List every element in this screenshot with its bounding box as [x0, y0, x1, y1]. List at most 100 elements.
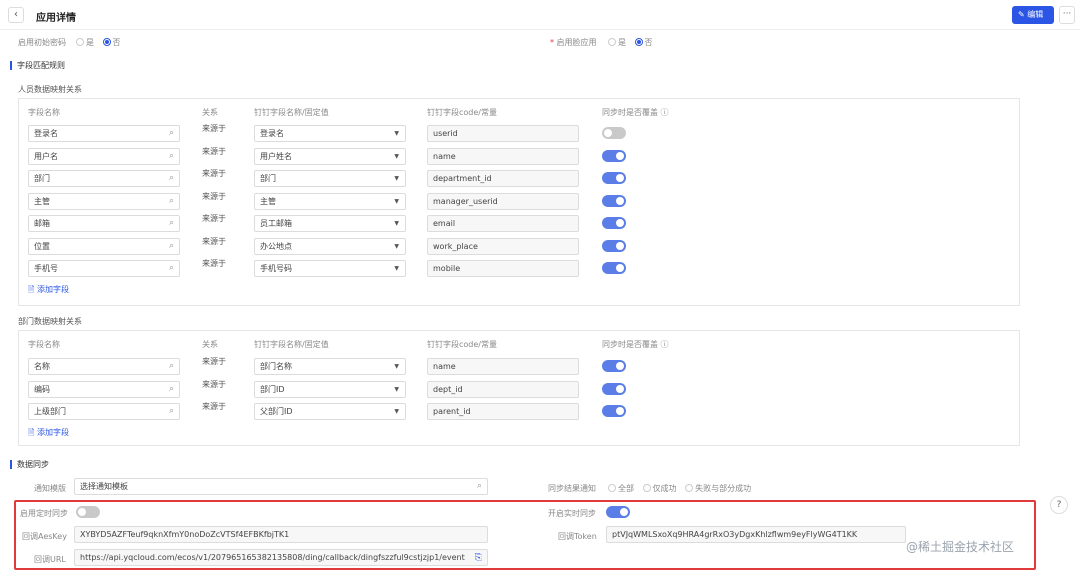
- caret-down-icon: ▼: [394, 265, 399, 272]
- dept-col-dd-field: 钉钉字段名称/固定值: [254, 340, 329, 349]
- field-rules-section-title: 字段匹配规则: [10, 61, 65, 70]
- field-name-input[interactable]: 用户名 ⌕: [28, 148, 180, 165]
- realtime-sync-toggle[interactable]: [606, 506, 630, 518]
- dd-field-select[interactable]: 登录名 ▼: [254, 125, 406, 142]
- relation-label: 来源于: [202, 147, 226, 156]
- person-add-field-link[interactable]: 🗎 添加字段: [28, 284, 69, 298]
- sync-result-all[interactable]: 全部: [608, 483, 634, 493]
- face-app-yes[interactable]: 是: [608, 37, 626, 47]
- search-icon: ⌕: [168, 151, 174, 161]
- copy-icon[interactable]: ⎘: [475, 551, 482, 565]
- search-icon: ⌕: [168, 241, 174, 251]
- sync-result-label: 同步结果通知: [548, 484, 596, 493]
- dd-code-input[interactable]: dept_id: [427, 381, 579, 398]
- dd-code-input[interactable]: email: [427, 215, 579, 232]
- field-name-input[interactable]: 编码 ⌕: [28, 381, 180, 398]
- more-button[interactable]: ···: [1059, 6, 1075, 24]
- notify-template-select[interactable]: 选择通知模板 ⌕: [74, 478, 488, 495]
- dd-field-select[interactable]: 部门ID ▼: [254, 381, 406, 398]
- col-override: 同步时是否覆盖 ⓘ: [602, 108, 669, 117]
- relation-label: 来源于: [202, 192, 226, 201]
- relation-label: 来源于: [202, 402, 226, 411]
- dd-field-select[interactable]: 用户姓名 ▼: [254, 148, 406, 165]
- override-toggle[interactable]: [602, 172, 626, 184]
- init-password-yes[interactable]: 是: [76, 37, 94, 47]
- search-icon: ⌕: [168, 406, 174, 416]
- dd-field-select[interactable]: 部门 ▼: [254, 170, 406, 187]
- field-name-input[interactable]: 名称 ⌕: [28, 358, 180, 375]
- dd-field-select[interactable]: 手机号码 ▼: [254, 260, 406, 277]
- dd-code-input[interactable]: userid: [427, 125, 579, 142]
- dept-col-relation: 关系: [202, 340, 218, 349]
- search-icon: ⌕: [168, 196, 174, 206]
- dd-code-input[interactable]: mobile: [427, 260, 579, 277]
- sync-result-success[interactable]: 仅成功: [642, 483, 677, 493]
- dept-mapping-title: 部门数据映射关系: [18, 317, 82, 326]
- caret-down-icon: ▼: [394, 220, 399, 227]
- sync-result-fail[interactable]: 失败与部分成功: [685, 483, 751, 493]
- dd-field-select[interactable]: 办公地点 ▼: [254, 238, 406, 255]
- caret-down-icon: ▼: [394, 408, 399, 415]
- relation-label: 来源于: [202, 380, 226, 389]
- dd-field-select[interactable]: 父部门ID ▼: [254, 403, 406, 420]
- override-toggle[interactable]: [602, 127, 626, 139]
- token-label: 回调Token: [558, 532, 597, 541]
- dd-code-input[interactable]: work_place: [427, 238, 579, 255]
- footer-watermark: @稀土掘金技术社区: [906, 540, 1015, 554]
- field-name-input[interactable]: 登录名 ⌕: [28, 125, 180, 142]
- caret-down-icon: ▼: [394, 175, 399, 182]
- override-toggle[interactable]: [602, 217, 626, 229]
- field-name-input[interactable]: 位置 ⌕: [28, 238, 180, 255]
- dept-add-field-link[interactable]: 🗎 添加字段: [28, 427, 69, 441]
- help-icon[interactable]: ?: [1050, 496, 1068, 514]
- callback-url-label: 回调URL: [34, 555, 66, 564]
- chevron-left-icon: ‹: [14, 9, 18, 20]
- dd-field-select[interactable]: 主管 ▼: [254, 193, 406, 210]
- col-relation: 关系: [202, 108, 218, 117]
- aes-key-input[interactable]: XYBYD5AZFTeuf9qknXfmY0noDoZcVTSf4EFBKfbj…: [74, 526, 488, 543]
- caret-down-icon: ▼: [394, 130, 399, 137]
- field-name-input[interactable]: 主管 ⌕: [28, 193, 180, 210]
- override-toggle[interactable]: [602, 383, 626, 395]
- back-button[interactable]: ‹: [8, 7, 24, 23]
- override-toggle[interactable]: [602, 262, 626, 274]
- col-dd-field: 钉钉字段名称/固定值: [254, 108, 329, 117]
- field-name-input[interactable]: 部门 ⌕: [28, 170, 180, 187]
- search-icon: ⌕: [168, 263, 174, 273]
- search-icon: ⌕: [168, 128, 174, 138]
- field-name-input[interactable]: 上级部门 ⌕: [28, 403, 180, 420]
- override-toggle[interactable]: [602, 360, 626, 372]
- init-password-no[interactable]: 否: [102, 37, 121, 47]
- dept-col-override: 同步时是否覆盖 ⓘ: [602, 340, 669, 349]
- override-toggle[interactable]: [602, 405, 626, 417]
- page-header: ‹ 应用详情 ✎ 编辑 ···: [0, 0, 1080, 30]
- dd-code-input[interactable]: name: [427, 148, 579, 165]
- scheduled-sync-toggle[interactable]: [76, 506, 100, 518]
- caret-down-icon: ▼: [394, 243, 399, 250]
- edit-button[interactable]: ✎ 编辑: [1012, 6, 1054, 24]
- dd-code-input[interactable]: manager_userid: [427, 193, 579, 210]
- callback-url-input[interactable]: https://api.yqcloud.com/ecos/v1/20796516…: [74, 549, 488, 566]
- face-app-no[interactable]: 否: [634, 37, 653, 47]
- search-icon: ⌕: [168, 361, 174, 371]
- init-password-label: 启用初始密码: [18, 38, 66, 47]
- override-toggle[interactable]: [602, 195, 626, 207]
- realtime-sync-label: 开启实时同步: [548, 509, 596, 518]
- caret-down-icon: ▼: [394, 386, 399, 393]
- override-toggle[interactable]: [602, 150, 626, 162]
- dd-field-select[interactable]: 员工邮箱 ▼: [254, 215, 406, 232]
- dd-code-input[interactable]: parent_id: [427, 403, 579, 420]
- caret-down-icon: ▼: [394, 153, 399, 160]
- override-toggle[interactable]: [602, 240, 626, 252]
- sync-result-radio-group: 全部 仅成功 失败与部分成功: [608, 483, 757, 494]
- pencil-icon: ✎: [1018, 10, 1028, 19]
- dd-code-input[interactable]: department_id: [427, 170, 579, 187]
- dd-field-select[interactable]: 部门名称 ▼: [254, 358, 406, 375]
- field-name-input[interactable]: 手机号 ⌕: [28, 260, 180, 277]
- field-name-input[interactable]: 邮箱 ⌕: [28, 215, 180, 232]
- search-icon: ⌕: [168, 173, 174, 183]
- dd-code-input[interactable]: name: [427, 358, 579, 375]
- help-circle-icon: ⓘ: [660, 340, 669, 349]
- relation-label: 来源于: [202, 259, 226, 268]
- token-input[interactable]: ptVJqWMLSxoXq9HRA4grRxO3yDgxKhlzflwm9eyF…: [606, 526, 906, 543]
